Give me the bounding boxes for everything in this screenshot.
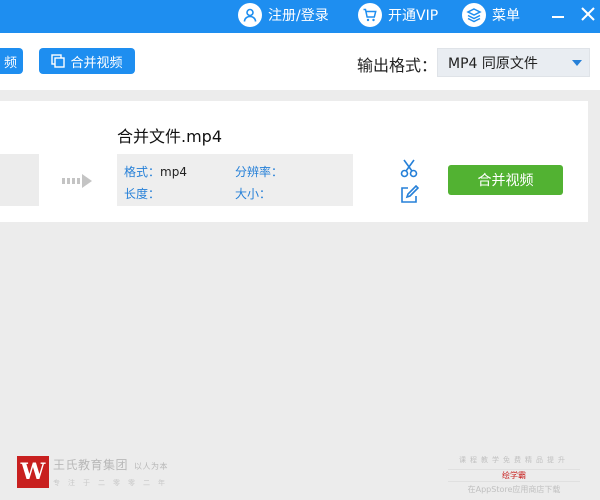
vip-label: 开通VIP <box>388 8 439 24</box>
arrow-right-icon <box>62 173 92 192</box>
output-file-name: 合并文件.mp4 <box>117 127 223 146</box>
brand-name: 王氏教育集团 <box>53 458 129 472</box>
resolution-key: 分辨率： <box>235 165 284 179</box>
merge-video-toolbar-button[interactable]: 合并视频 <box>39 48 135 74</box>
format-info: 格式：mp4 <box>124 163 187 180</box>
format-value: mp4 <box>160 165 187 179</box>
length-info: 长度： <box>124 185 160 202</box>
output-format-select[interactable]: MP4 同原文件 <box>437 48 590 77</box>
merge-video-label: 合并视频 <box>477 173 534 189</box>
file-info-panel: 格式：mp4 分辨率： 长度： 大小： <box>117 154 353 206</box>
register-login-link[interactable]: 注册/登录 <box>238 0 329 30</box>
brand-right-line1: 课程教学免费精品提升 <box>459 456 569 464</box>
add-video-label: 频 <box>3 54 17 70</box>
layers-icon <box>462 3 486 27</box>
brand-logo: W <box>17 456 49 488</box>
add-video-button[interactable]: 频 <box>0 48 23 74</box>
merge-video-toolbar-label: 合并视频 <box>70 54 123 70</box>
vip-link[interactable]: 开通VIP <box>358 0 438 30</box>
video-thumbnail <box>0 154 39 206</box>
size-key: 大小： <box>235 187 272 201</box>
menu-link[interactable]: 菜单 <box>462 0 520 30</box>
merge-video-button[interactable]: 合并视频 <box>448 165 563 195</box>
toolbar: 频 合并视频 输出格式： MP4 同原文件 <box>0 33 600 90</box>
minimize-icon <box>552 16 564 18</box>
merge-task-card: 合并文件.mp4 格式：mp4 分辨率： 长度： 大小： 合并视频 <box>0 101 588 222</box>
brand-slogan: 专注于二零零二年 <box>53 479 173 487</box>
copy-icon <box>51 54 66 68</box>
format-key: 格式： <box>124 165 161 179</box>
brand-text: 王氏教育集团 以人为本 专注于二零零二年 <box>53 456 173 488</box>
user-icon <box>238 3 262 27</box>
brand-name-line: 王氏教育集团 以人为本 <box>53 456 173 473</box>
output-format-value: MP4 同原文件 <box>448 55 538 72</box>
menu-label: 菜单 <box>492 8 520 24</box>
title-bar: 注册/登录 开通VIP 菜单 <box>0 0 600 33</box>
size-info: 大小： <box>235 185 271 202</box>
minimize-button[interactable] <box>548 4 568 24</box>
scissors-icon[interactable] <box>399 158 419 178</box>
close-button[interactable] <box>578 4 598 24</box>
output-format-label: 输出格式： <box>357 56 438 75</box>
cart-icon <box>358 3 382 27</box>
brand-tag: 以人为本 <box>134 462 169 471</box>
brand-watermark-right: 课程教学免费精品提升 绘学霸 在AppStore应用商店下载 <box>448 455 580 495</box>
brand-watermark-left: W 王氏教育集团 以人为本 专注于二零零二年 <box>17 456 173 488</box>
resolution-info: 分辨率： <box>235 163 283 180</box>
chevron-down-icon <box>572 60 582 66</box>
close-icon <box>581 7 595 21</box>
brand-right-name: 绘学霸 <box>448 469 580 482</box>
edit-icon[interactable] <box>399 184 420 205</box>
length-key: 长度： <box>124 187 161 201</box>
register-login-label: 注册/登录 <box>268 8 329 24</box>
brand-right-line3: 在AppStore应用商店下载 <box>467 485 561 494</box>
